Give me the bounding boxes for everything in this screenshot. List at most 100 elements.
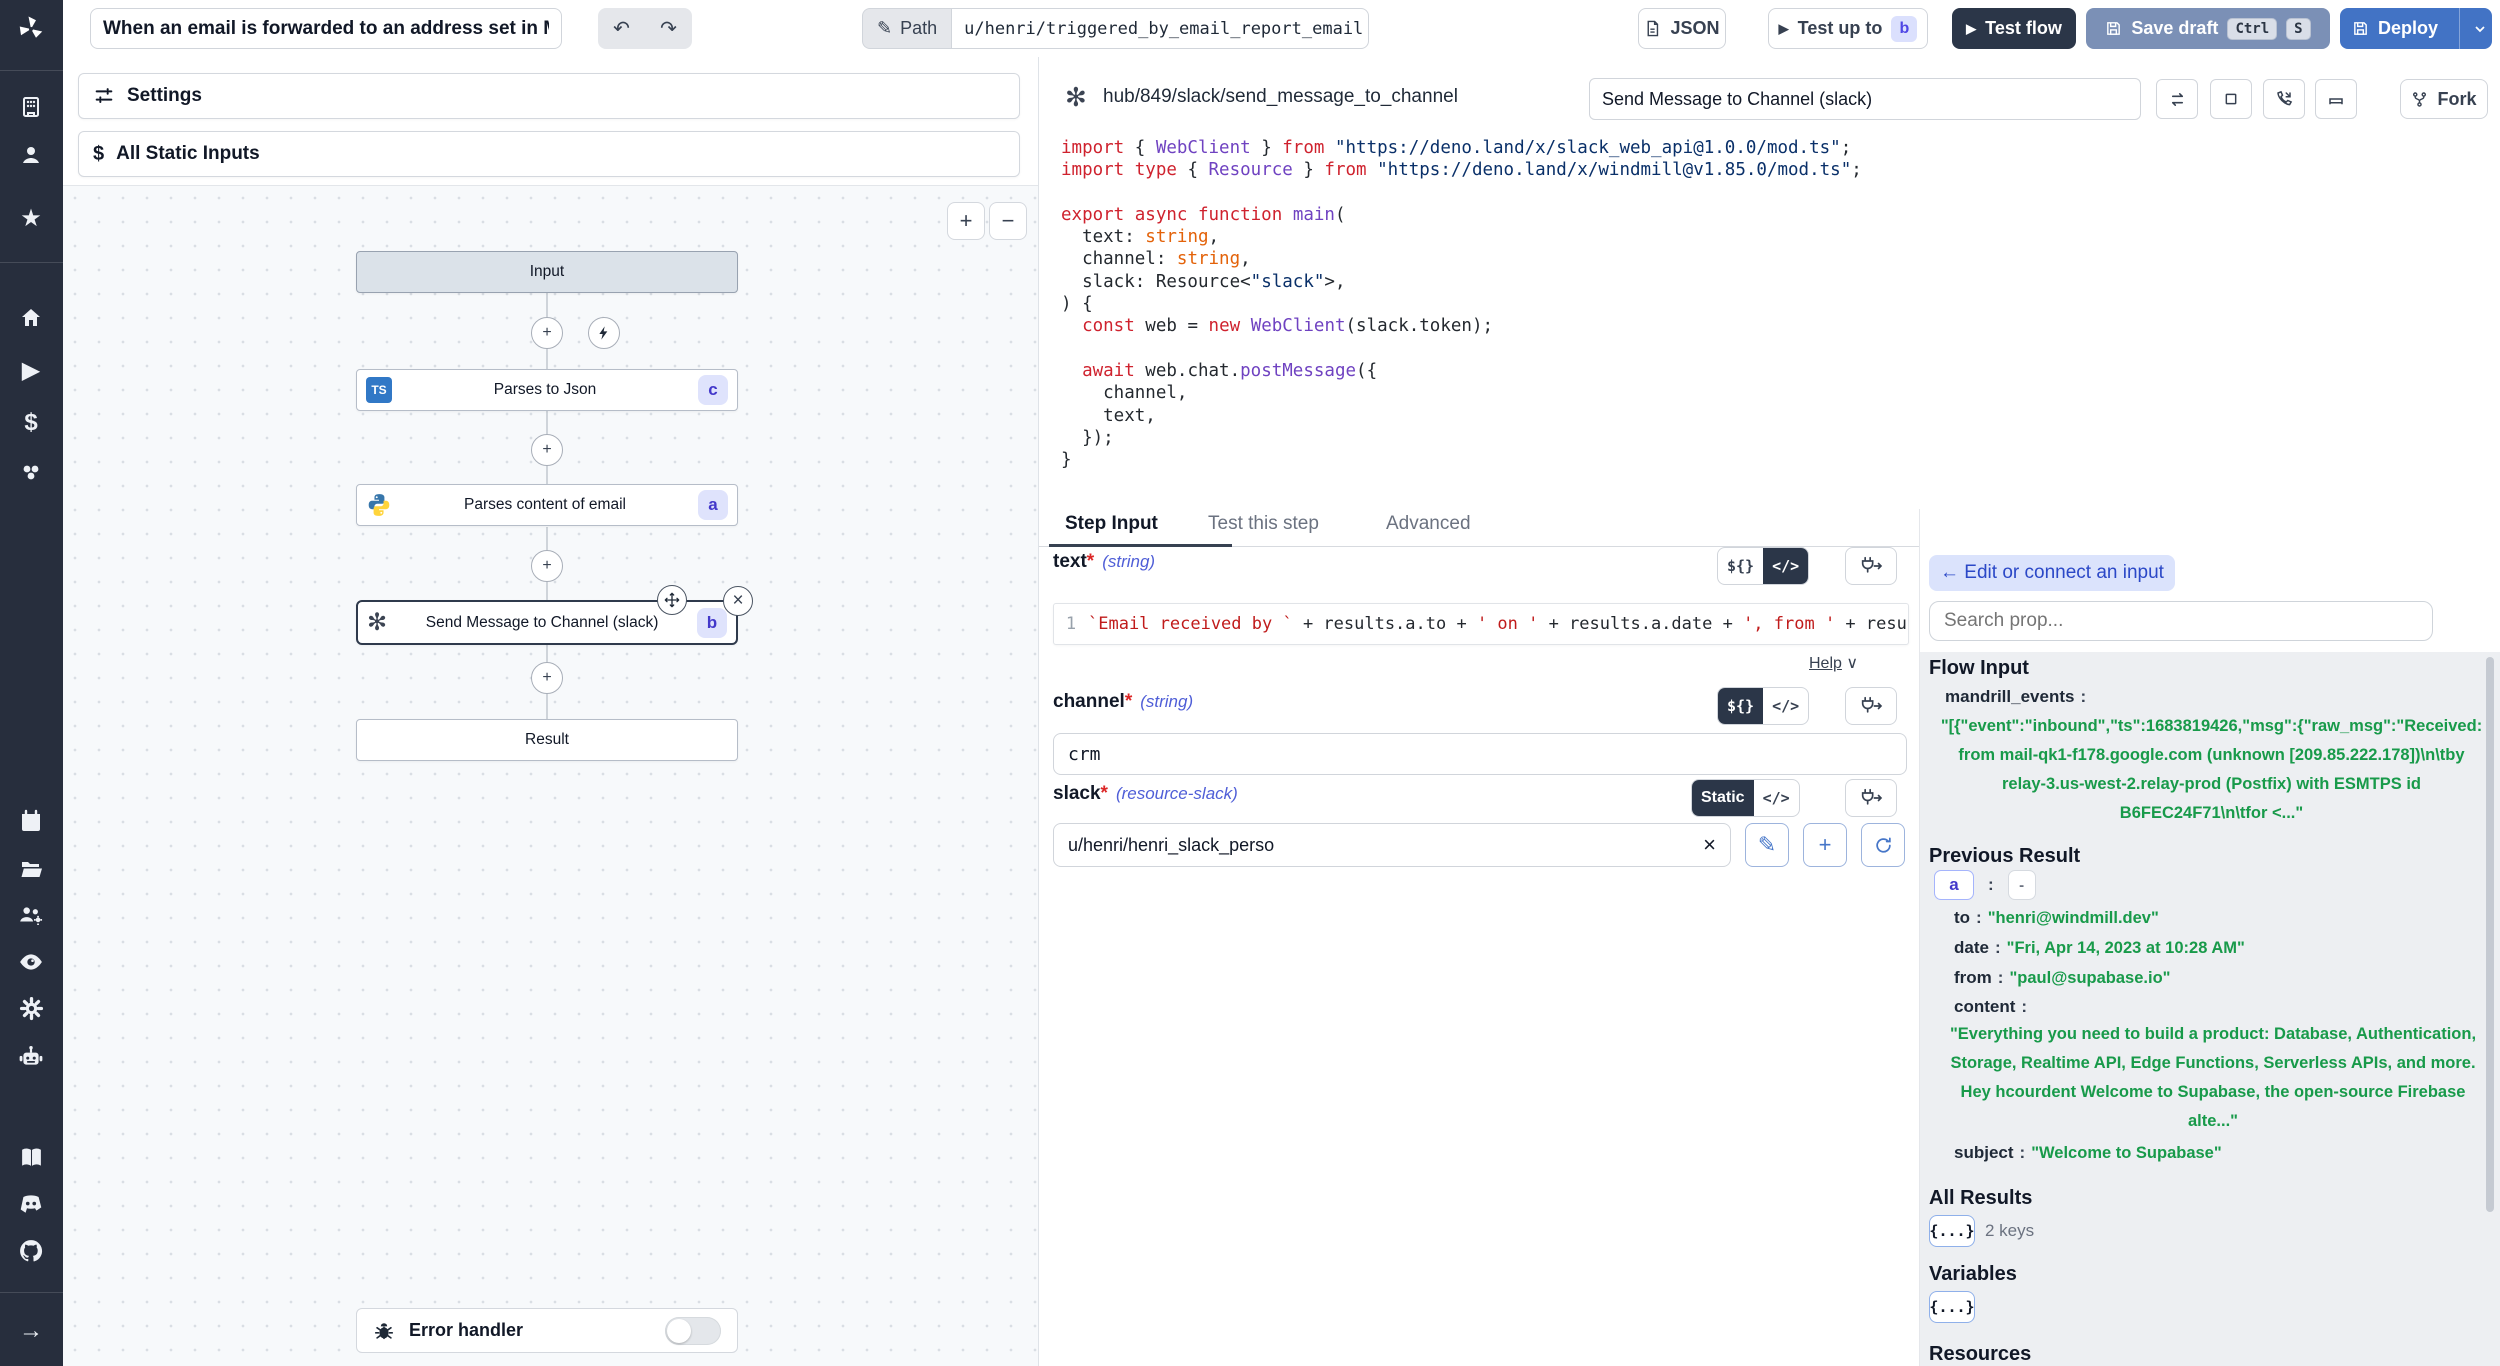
props-scrollbar-thumb[interactable] (2486, 657, 2494, 1212)
add-step-button[interactable]: + (531, 662, 563, 694)
code-mode-button[interactable]: </> (1763, 688, 1808, 724)
python-icon (366, 492, 392, 518)
windmill-logo[interactable] (12, 10, 50, 48)
test-up-to-button[interactable]: ▶ Test up to b (1768, 8, 1928, 49)
result-kv-row[interactable]: to:"henri@windmill.dev" (1954, 908, 2159, 928)
flow-canvas[interactable]: + − Input + TS Parses to Json c + (63, 185, 1038, 1366)
content-key-row[interactable]: content: (1954, 997, 2033, 1017)
connect-input-plug-button[interactable] (1845, 779, 1897, 817)
all-results-expand-chip[interactable]: {...} (1929, 1215, 1975, 1247)
sync-button[interactable] (2156, 79, 2198, 119)
step-detail-panel: ✻ hub/849/slack/send_message_to_channel … (1038, 57, 2500, 1366)
result-kv-row[interactable]: from:"paul@supabase.io" (1954, 968, 2170, 988)
result-a-chip[interactable]: a (1934, 870, 1974, 900)
schedules-calendar-icon[interactable] (12, 802, 50, 840)
zoom-out-button[interactable]: − (989, 202, 1027, 240)
channel-value-input[interactable] (1053, 733, 1907, 775)
trigger-bolt-button[interactable] (588, 317, 620, 349)
field-label-text: text*(string) (1053, 551, 1155, 573)
collapse-chip[interactable]: - (2008, 870, 2036, 900)
move-node-handle[interactable] (657, 585, 687, 615)
tab-advanced[interactable]: Advanced (1386, 513, 1471, 535)
flow-title-input[interactable] (90, 8, 562, 49)
step-id-badge: b (697, 608, 727, 638)
node-parses-content-of-email[interactable]: Parses content of email a (356, 484, 738, 526)
deploy-separator (2459, 8, 2460, 49)
path-group: ✎ Path u/henri/triggered_by_email_report… (862, 8, 1369, 49)
slack-resource-input[interactable]: u/henri/henri_slack_perso × (1053, 823, 1731, 867)
tab-step-input[interactable]: Step Input (1065, 513, 1158, 535)
add-step-button[interactable]: + (531, 317, 563, 349)
subject-row[interactable]: subject: "Welcome to Supabase" (1954, 1143, 2222, 1163)
step-summary-input[interactable] (1589, 78, 2141, 120)
expand-sidebar-arrow-icon[interactable]: → (12, 1312, 50, 1350)
deploy-button[interactable]: Deploy (2340, 8, 2450, 49)
discord-icon[interactable] (12, 1184, 50, 1222)
step-tabs: Step Input Test this step Advanced (1039, 509, 1919, 547)
clear-x-icon[interactable]: × (1703, 832, 1716, 858)
path-edit-button[interactable]: ✎ Path (862, 8, 951, 49)
variables-dollar-icon[interactable]: $ (12, 404, 50, 442)
json-button[interactable]: JSON (1638, 8, 1726, 49)
edit-or-connect-button[interactable]: ← Edit or connect an input (1929, 555, 2175, 591)
flow-settings-button[interactable]: Settings (78, 73, 1020, 119)
deploy-dropdown-button[interactable] (2469, 8, 2492, 49)
resources-cubes-icon[interactable] (12, 454, 50, 492)
refresh-resource-button[interactable] (1861, 823, 1905, 867)
docs-book-icon[interactable] (12, 1138, 50, 1176)
flow-input-key-row[interactable]: mandrill_events: (1945, 687, 2092, 707)
undo-button[interactable]: ↶ (598, 8, 645, 49)
home-icon[interactable] (12, 299, 50, 337)
node-result[interactable]: Result (356, 719, 738, 761)
path-value[interactable]: u/henri/triggered_by_email_report_email (951, 8, 1369, 49)
stop-square-button[interactable] (2210, 79, 2252, 119)
code-mode-button[interactable]: </> (1763, 548, 1808, 584)
runs-play-icon[interactable]: ▶ (12, 352, 50, 390)
webhook-phone-button[interactable] (2263, 79, 2305, 119)
test-flow-button[interactable]: ▶ Test flow (1952, 8, 2076, 49)
folders-icon[interactable] (12, 850, 50, 888)
hub-script-path[interactable]: hub/849/slack/send_message_to_channel (1103, 86, 1458, 108)
result-kv-row[interactable]: date:"Fri, Apr 14, 2023 at 10:28 AM" (1954, 938, 2245, 958)
add-resource-button[interactable]: + (1803, 823, 1847, 867)
audit-eye-icon[interactable] (12, 943, 50, 981)
flow-input-value[interactable]: "[{"event":"inbound","ts":1683819426,"ms… (1939, 712, 2484, 828)
save-draft-button[interactable]: Save draft Ctrl S (2086, 8, 2330, 49)
add-step-button[interactable]: + (531, 550, 563, 582)
workers-robot-icon[interactable] (12, 1038, 50, 1076)
template-mode-button[interactable]: ${} (1718, 548, 1763, 584)
settings-gear-icon[interactable] (12, 989, 50, 1027)
help-link[interactable]: Help ∨ (1809, 653, 1858, 673)
error-handler-card[interactable]: Error handler (356, 1308, 738, 1353)
connect-input-plug-button[interactable] (1845, 547, 1897, 585)
field-label-slack: slack*(resource-slack) (1053, 783, 1238, 805)
variables-expand-chip[interactable]: {...} (1929, 1291, 1975, 1323)
chevron-down-icon: ∨ (1846, 655, 1858, 672)
tab-test-this-step[interactable]: Test this step (1208, 513, 1319, 535)
redo-button[interactable]: ↷ (645, 8, 692, 49)
search-prop-input[interactable] (1929, 601, 2433, 641)
favorites-star-icon[interactable]: ★ (12, 200, 50, 238)
error-handler-toggle[interactable] (665, 1317, 721, 1345)
template-mode-button[interactable]: ${} (1718, 688, 1763, 724)
text-expression-editor[interactable]: 1 `Email received by ` + results.a.to + … (1053, 603, 1909, 645)
static-mode-button[interactable]: Static (1692, 780, 1754, 816)
node-parses-to-json[interactable]: TS Parses to Json c (356, 369, 738, 411)
workspace-icon[interactable] (12, 88, 50, 126)
github-icon[interactable] (12, 1232, 50, 1270)
badge-flag-button[interactable] (2315, 79, 2357, 119)
user-icon[interactable] (12, 136, 50, 174)
slack-hash-icon: ✻ (367, 608, 387, 637)
zoom-in-button[interactable]: + (947, 202, 985, 240)
code-mode-button[interactable]: </> (1754, 780, 1799, 816)
add-step-button[interactable]: + (531, 434, 563, 466)
code-editor[interactable]: import { WebClient } from "https://deno.… (1061, 137, 2481, 471)
connect-input-plug-button[interactable] (1845, 687, 1897, 725)
all-static-inputs-button[interactable]: $ All Static Inputs (78, 131, 1020, 177)
node-input[interactable]: Input (356, 251, 738, 293)
edit-resource-pencil-button[interactable]: ✎ (1745, 823, 1789, 867)
groups-icon[interactable] (12, 896, 50, 934)
delete-node-button[interactable]: × (723, 586, 753, 616)
content-value[interactable]: "Everything you need to build a product:… (1939, 1020, 2487, 1136)
fork-button[interactable]: Fork (2400, 79, 2488, 119)
